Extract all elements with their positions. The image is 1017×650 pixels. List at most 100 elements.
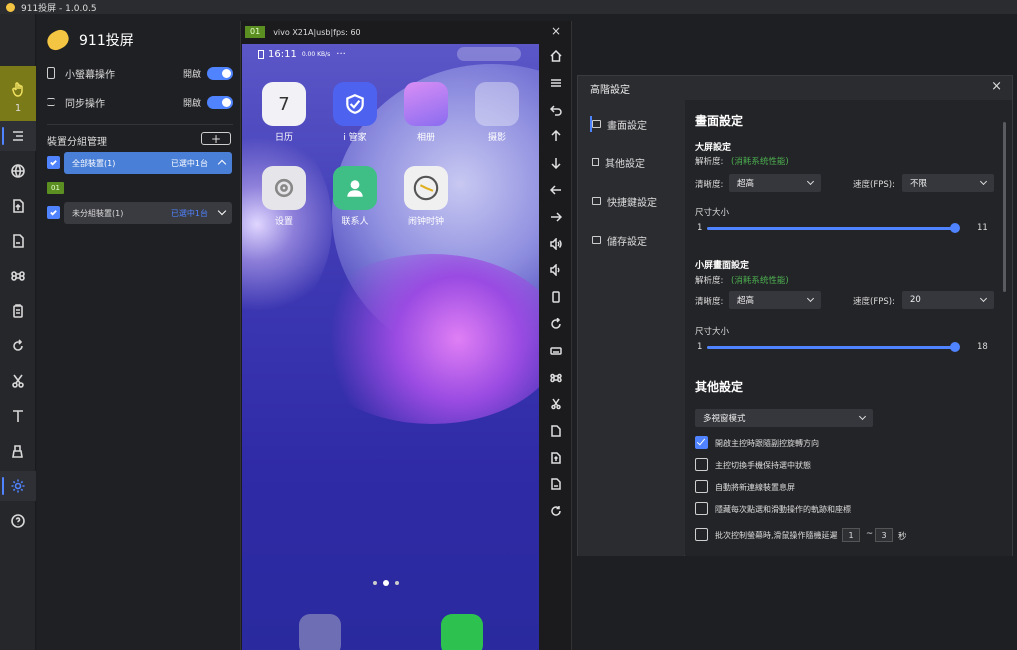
phone-close-button[interactable]: ×: [551, 24, 561, 38]
chevron-up-icon[interactable]: [217, 159, 227, 169]
phone-lock-icon: [552, 291, 560, 303]
dock-folder-icon[interactable]: [299, 614, 341, 650]
option-checkbox-3[interactable]: [695, 502, 708, 515]
group-all-checkbox[interactable]: [47, 156, 60, 169]
app-i-manager[interactable]: i 管家: [325, 82, 385, 143]
file-upload-icon: [551, 452, 561, 464]
settings-button[interactable]: [0, 471, 36, 501]
volume-down-icon: [550, 264, 560, 276]
option-checkbox-0[interactable]: [695, 436, 708, 449]
chevron-down-icon: [979, 177, 988, 186]
phone-screen[interactable]: 16:11 0.00 KB/s ··· 7 日历 i 管家 相册 摄影 设置 联…: [242, 44, 539, 650]
device-list-button[interactable]: [0, 121, 36, 151]
upload-file-button[interactable]: [541, 447, 571, 469]
refresh-button[interactable]: [541, 500, 571, 522]
file-transfer-button[interactable]: [0, 191, 36, 221]
shortcut-button[interactable]: [0, 261, 36, 291]
back-button[interactable]: [541, 99, 571, 121]
view-mode-select[interactable]: 多視窗模式: [695, 409, 873, 427]
arrow-right-icon: [551, 212, 562, 222]
power-button[interactable]: [541, 286, 571, 308]
rotate-button[interactable]: [0, 331, 36, 361]
apk-button[interactable]: [541, 473, 571, 495]
nav-shortcut-settings[interactable]: 快捷鍵設定: [592, 193, 657, 209]
touch-device-button[interactable]: 1: [0, 66, 36, 128]
select-value: 20: [910, 295, 921, 305]
small-size-max: 18: [977, 342, 988, 352]
large-resolution-label: 解析度:: [695, 157, 724, 167]
group-ungrouped-devices[interactable]: 未分組裝置(1) 已選中1台: [64, 202, 232, 224]
arrow-down-button[interactable]: [541, 152, 571, 174]
help-button[interactable]: [0, 506, 36, 536]
app-calendar[interactable]: 7 日历: [254, 82, 314, 143]
device-tag[interactable]: 01: [47, 182, 64, 194]
list-icon: [13, 131, 23, 141]
command-button[interactable]: [541, 367, 571, 389]
page-dot-active: [383, 580, 389, 586]
shield-icon: [333, 82, 377, 126]
app-gallery[interactable]: 相册: [396, 82, 456, 143]
small-screen-op-toggle[interactable]: [207, 66, 233, 80]
nav-screen-settings[interactable]: 畫面設定: [590, 116, 647, 132]
select-value: 不限: [910, 179, 928, 189]
apk-install-button[interactable]: [0, 226, 36, 256]
small-fps-select[interactable]: 20: [902, 291, 994, 309]
app-clock[interactable]: 闹钟时钟: [396, 166, 456, 227]
page-dot: [395, 581, 399, 585]
volume-down-button[interactable]: [541, 259, 571, 281]
cleanup-button[interactable]: [0, 436, 36, 466]
menu-button[interactable]: [541, 72, 571, 94]
clipboard-button[interactable]: [0, 296, 36, 326]
nav-save-settings[interactable]: 儲存設定: [592, 232, 647, 248]
large-size-slider[interactable]: [707, 223, 960, 233]
small-size-slider[interactable]: [707, 342, 960, 352]
chevron-down-icon[interactable]: [217, 206, 227, 216]
home-button[interactable]: [541, 45, 571, 67]
small-size-label: 尺寸大小: [695, 327, 730, 337]
scrollbar[interactable]: [1003, 122, 1006, 292]
sync-op-toggle[interactable]: [207, 95, 233, 109]
arrow-left-button[interactable]: [541, 179, 571, 201]
slider-handle[interactable]: [950, 223, 960, 233]
keyboard-icon: [592, 197, 601, 205]
volume-up-button[interactable]: [541, 233, 571, 255]
app-contacts[interactable]: 联系人: [325, 166, 385, 227]
save-icon: [592, 236, 601, 244]
sync-icon: [47, 98, 55, 106]
large-fps-select[interactable]: 不限: [902, 174, 994, 192]
clipboard-icon: [13, 304, 23, 318]
arrow-right-button[interactable]: [541, 206, 571, 228]
option-checkbox-1[interactable]: [695, 458, 708, 471]
small-screen-op-state: 開啟: [182, 69, 201, 80]
dialog-close-button[interactable]: ×: [991, 79, 1002, 94]
app-camera-folder[interactable]: 摄影: [467, 82, 527, 143]
cut-button[interactable]: [541, 393, 571, 415]
text-input-button[interactable]: [0, 401, 36, 431]
divider: [47, 124, 233, 125]
option-checkbox-4[interactable]: [695, 528, 708, 541]
option-checkbox-2[interactable]: [695, 480, 708, 493]
rotate-screen-button[interactable]: [541, 313, 571, 335]
dock-wechat-icon[interactable]: [441, 614, 483, 650]
arrow-up-button[interactable]: [541, 125, 571, 147]
app-settings[interactable]: 设置: [254, 166, 314, 227]
app-name: 闹钟时钟: [407, 217, 444, 227]
group-selected-count: 已選中1台: [170, 208, 208, 218]
nav-other-settings[interactable]: 其他設定: [592, 154, 645, 170]
screenshot-button[interactable]: [0, 366, 36, 396]
add-group-button[interactable]: +: [201, 132, 231, 145]
large-clarity-select[interactable]: 超高: [729, 174, 821, 192]
hand-touch-icon: [12, 81, 23, 97]
delay-max-input[interactable]: 3: [875, 528, 893, 542]
file-settings-button[interactable]: [541, 420, 571, 442]
small-clarity-select[interactable]: 超高: [729, 291, 821, 309]
network-button[interactable]: [0, 156, 36, 186]
group-all-devices[interactable]: 全部裝置(1) 已選中1台: [64, 152, 232, 174]
keyboard-button[interactable]: [541, 340, 571, 362]
rotate-icon: [551, 318, 561, 329]
slider-handle[interactable]: [950, 342, 960, 352]
delay-min-input[interactable]: 1: [842, 528, 860, 542]
group-ungrouped-checkbox[interactable]: [47, 206, 60, 219]
status-icons-pill: [457, 47, 521, 61]
small-fps-label: 速度(FPS):: [853, 297, 895, 307]
